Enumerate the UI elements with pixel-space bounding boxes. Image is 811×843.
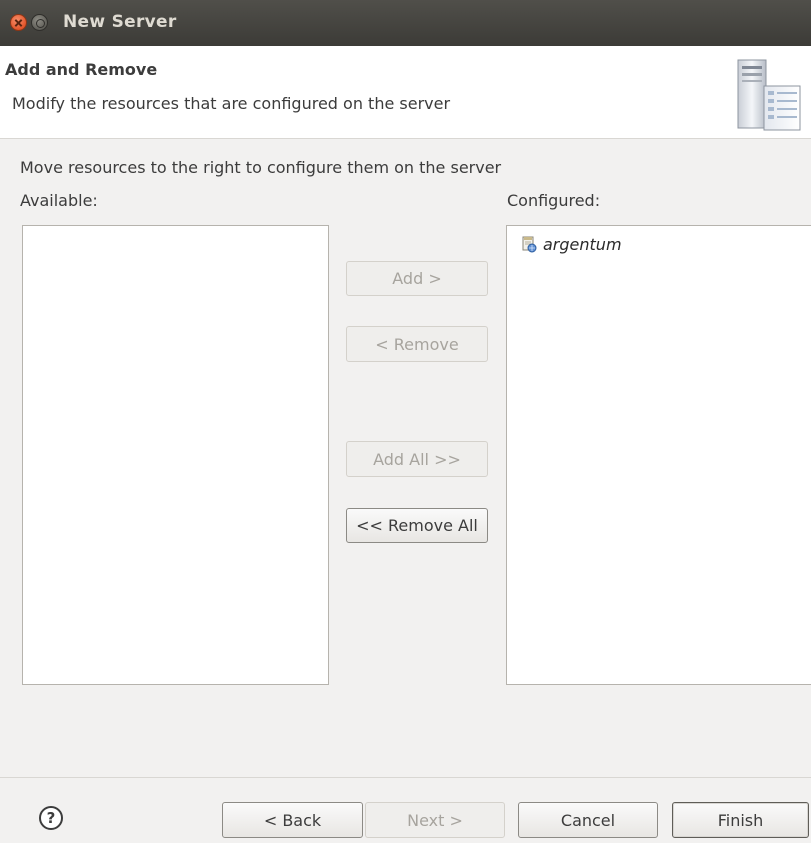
web-module-icon bbox=[522, 236, 537, 252]
cancel-button[interactable]: Cancel bbox=[518, 802, 658, 838]
configured-item-label: argentum bbox=[543, 234, 622, 254]
wizard-header: Add and Remove Modify the resources that… bbox=[0, 46, 811, 139]
available-list[interactable] bbox=[22, 225, 329, 685]
next-button[interactable]: Next > bbox=[365, 802, 505, 838]
add-button[interactable]: Add > bbox=[346, 261, 488, 296]
available-label: Available: bbox=[20, 191, 98, 210]
remove-button[interactable]: < Remove bbox=[346, 326, 488, 362]
page-title: Add and Remove bbox=[5, 60, 158, 79]
list-item[interactable]: argentum bbox=[521, 234, 622, 254]
page-description: Modify the resources that are configured… bbox=[12, 94, 451, 113]
help-icon[interactable]: ? bbox=[39, 806, 63, 830]
finish-button[interactable]: Finish bbox=[672, 802, 809, 838]
server-wizard-icon bbox=[737, 59, 801, 131]
remove-all-button[interactable]: << Remove All bbox=[346, 508, 488, 543]
footer-separator bbox=[0, 777, 811, 778]
instruction-text: Move resources to the right to configure… bbox=[20, 158, 502, 177]
back-button[interactable]: < Back bbox=[222, 802, 363, 838]
configured-label: Configured: bbox=[507, 191, 601, 210]
title-bar[interactable]: New Server bbox=[0, 0, 811, 46]
close-window-button[interactable] bbox=[10, 14, 27, 31]
window-title: New Server bbox=[63, 12, 177, 32]
new-server-dialog: New Server Add and Remove Modify the res… bbox=[0, 0, 811, 843]
add-all-button[interactable]: Add All >> bbox=[346, 441, 488, 477]
minimize-window-button[interactable] bbox=[31, 14, 48, 31]
configured-list[interactable]: argentum bbox=[506, 225, 811, 685]
